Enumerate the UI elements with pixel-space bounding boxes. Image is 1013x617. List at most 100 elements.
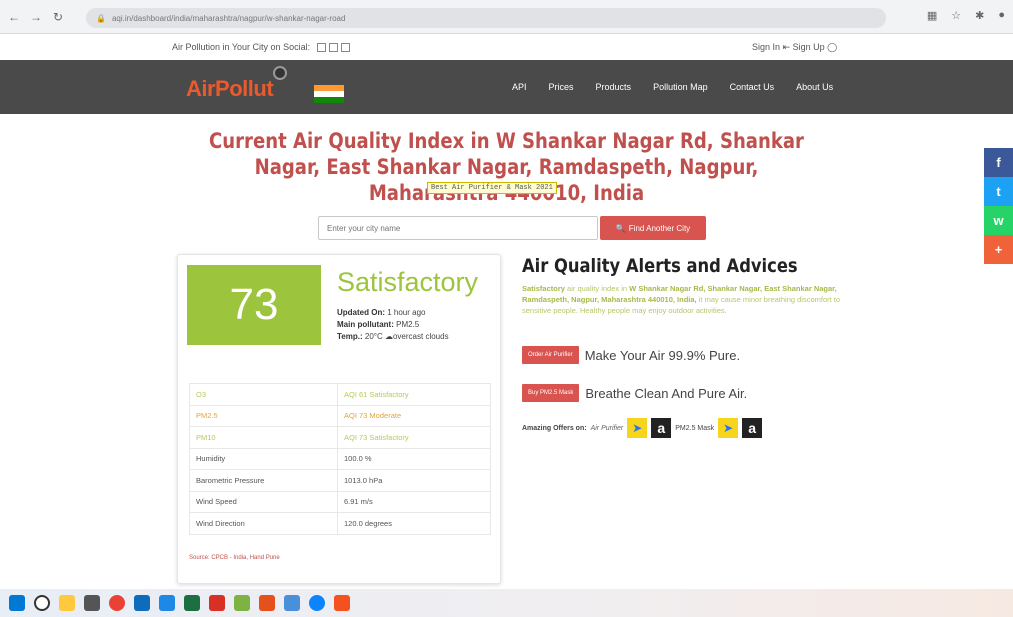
offers-item-purifier: Air Purifier [590, 424, 624, 432]
offers-item-mask: PM2.5 Mask [675, 424, 715, 432]
pollutant-table: O3 AQI 61 Satisfactory PM2.5 AQI 73 Mode… [189, 383, 491, 535]
excel-icon[interactable] [184, 595, 200, 611]
buy-mask-button[interactable]: Buy PM2.5 Mask [522, 384, 580, 402]
address-bar[interactable]: 🔒 aqi.in/dashboard/india/maharashtra/nag… [86, 8, 886, 28]
row-value: 120.0 degrees [337, 512, 491, 535]
offers-label: Amazing Offers on: [522, 424, 587, 432]
nav-pollution-map[interactable]: Pollution Map [653, 82, 708, 92]
table-row: Barometric Pressure 1013.0 hPa [189, 469, 491, 492]
top-strip: Air Pollution in Your City on Social: Si… [0, 34, 1013, 60]
ad-banner[interactable]: Best Air Purifier & Mask 2021 [427, 182, 557, 194]
site-navbar: AirPollut API Prices Products Pollution … [0, 60, 1013, 114]
cloud-icon: ☁ [384, 332, 393, 341]
india-flag-icon [314, 85, 344, 103]
facebook-share-icon[interactable]: f [984, 148, 1013, 177]
row-name: PM2.5 [189, 404, 338, 427]
table-row: O3 AQI 61 Satisfactory [189, 383, 491, 406]
nav-about-us[interactable]: About Us [796, 82, 833, 92]
whatsapp-share-icon[interactable]: w [984, 206, 1013, 235]
cta-mask-text: Breathe Clean And Pure Air. [585, 385, 748, 401]
file-explorer-icon[interactable] [59, 595, 75, 611]
reload-icon[interactable]: ↻ [50, 9, 66, 25]
edge-icon[interactable] [309, 595, 325, 611]
os-taskbar [0, 589, 1013, 617]
nav-prices[interactable]: Prices [549, 82, 574, 92]
twitter-social-icon[interactable] [328, 43, 338, 53]
sign-in-link[interactable]: Sign In [752, 42, 780, 52]
row-value: 6.91 m/s [337, 490, 491, 513]
chrome-icon[interactable] [109, 595, 125, 611]
logo-ring-icon [273, 66, 288, 80]
find-city-button[interactable]: 🔍 Find Another City [600, 216, 706, 240]
twitter-share-icon[interactable]: t [984, 177, 1013, 206]
sign-up-link[interactable]: Sign Up [793, 42, 825, 52]
alerts-lead: Satisfactory [522, 284, 565, 293]
nav-contact-us[interactable]: Contact Us [730, 82, 775, 92]
table-row: Wind Speed 6.91 m/s [189, 490, 491, 513]
cta-purifier: Order Air Purifier Make Your Air 99.9% P… [522, 346, 740, 364]
nav-links: API Prices Products Pollution Map Contac… [512, 82, 855, 92]
amazon-icon[interactable]: a [651, 418, 672, 438]
table-row: Humidity 100.0 % [189, 447, 491, 470]
outlook-icon[interactable] [159, 595, 175, 611]
flipkart-icon[interactable]: ➤ [627, 418, 648, 438]
puzzle-icon[interactable]: ✱ [975, 9, 984, 22]
row-name: Wind Direction [189, 512, 338, 535]
profile-icon[interactable]: ● [998, 9, 1005, 22]
row-value: 100.0 % [337, 447, 491, 470]
aqi-value: 73 [187, 265, 321, 345]
city-search-input[interactable] [318, 216, 598, 240]
lock-icon: 🔒 [96, 13, 106, 23]
app-icon[interactable] [284, 595, 300, 611]
aqi-meta: Updated On: 1 hour ago Main pollutant: P… [337, 307, 497, 343]
flipkart-icon[interactable]: ➤ [718, 418, 739, 438]
alerts-text: Satisfactory air quality index in W Shan… [522, 283, 852, 316]
row-name: Wind Speed [189, 490, 338, 513]
site-logo[interactable]: AirPollut [186, 66, 288, 102]
social-text: Air Pollution in Your City on Social: [172, 42, 311, 52]
logo-text: AirPollut [186, 76, 274, 101]
nav-products[interactable]: Products [596, 82, 632, 92]
aqi-card: 73 Satisfactory Updated On: 1 hour ago M… [177, 254, 501, 584]
nav-api[interactable]: API [512, 82, 527, 92]
star-icon[interactable]: ☆ [951, 9, 961, 22]
sign-in-icon: ⇤ [782, 42, 791, 52]
order-purifier-button[interactable]: Order Air Purifier [522, 346, 579, 364]
browser-toolbar: ← → ↻ 🔒 aqi.in/dashboard/india/maharasht… [0, 0, 1013, 34]
alerts-title: Air Quality Alerts and Advices [522, 255, 798, 277]
find-city-label: Find Another City [628, 223, 691, 233]
cta-purifier-text: Make Your Air 99.9% Pure. [584, 347, 741, 363]
table-row: PM2.5 AQI 73 Moderate [189, 404, 491, 427]
app-icon[interactable] [234, 595, 250, 611]
url-text: aqi.in/dashboard/india/maharashtra/nagpu… [111, 13, 346, 23]
table-row: Wind Direction 120.0 degrees [189, 512, 491, 535]
facebook-social-icon[interactable] [316, 43, 326, 53]
app-icon[interactable] [334, 595, 350, 611]
temp-label: Temp.: [337, 332, 363, 341]
row-name: Barometric Pressure [189, 469, 338, 492]
cta-mask: Buy PM2.5 Mask Breathe Clean And Pure Ai… [522, 384, 747, 402]
aqi-category: Satisfactory [337, 267, 479, 297]
mail-icon[interactable] [134, 595, 150, 611]
row-value: AQI 61 Satisfactory [337, 383, 491, 406]
camera-icon[interactable] [84, 595, 100, 611]
search-icon: 🔍 [615, 223, 626, 233]
row-name: O3 [189, 383, 338, 406]
search-taskbar-icon[interactable] [34, 595, 50, 611]
start-icon[interactable] [9, 595, 25, 611]
extensions-icon[interactable]: ▦ [927, 9, 937, 22]
source-note[interactable]: Source: CPCB - India, Hand Pune [189, 555, 280, 561]
amazon-icon[interactable]: a [742, 418, 763, 438]
updated-value: 1 hour ago [387, 308, 426, 317]
table-row: PM10 AQI 73 Satisfactory [189, 426, 491, 449]
powerpoint-icon[interactable] [259, 595, 275, 611]
pdf-icon[interactable] [209, 595, 225, 611]
pollutant-value: PM2.5 [396, 320, 420, 329]
instagram-social-icon[interactable] [340, 43, 350, 53]
share-bar: f t w + [984, 148, 1013, 264]
forward-icon[interactable]: → [28, 9, 44, 25]
alerts-mid: air quality index in [567, 284, 628, 293]
weather-text: overcast clouds [392, 332, 449, 341]
more-share-icon[interactable]: + [984, 235, 1013, 264]
back-icon[interactable]: ← [6, 9, 22, 25]
